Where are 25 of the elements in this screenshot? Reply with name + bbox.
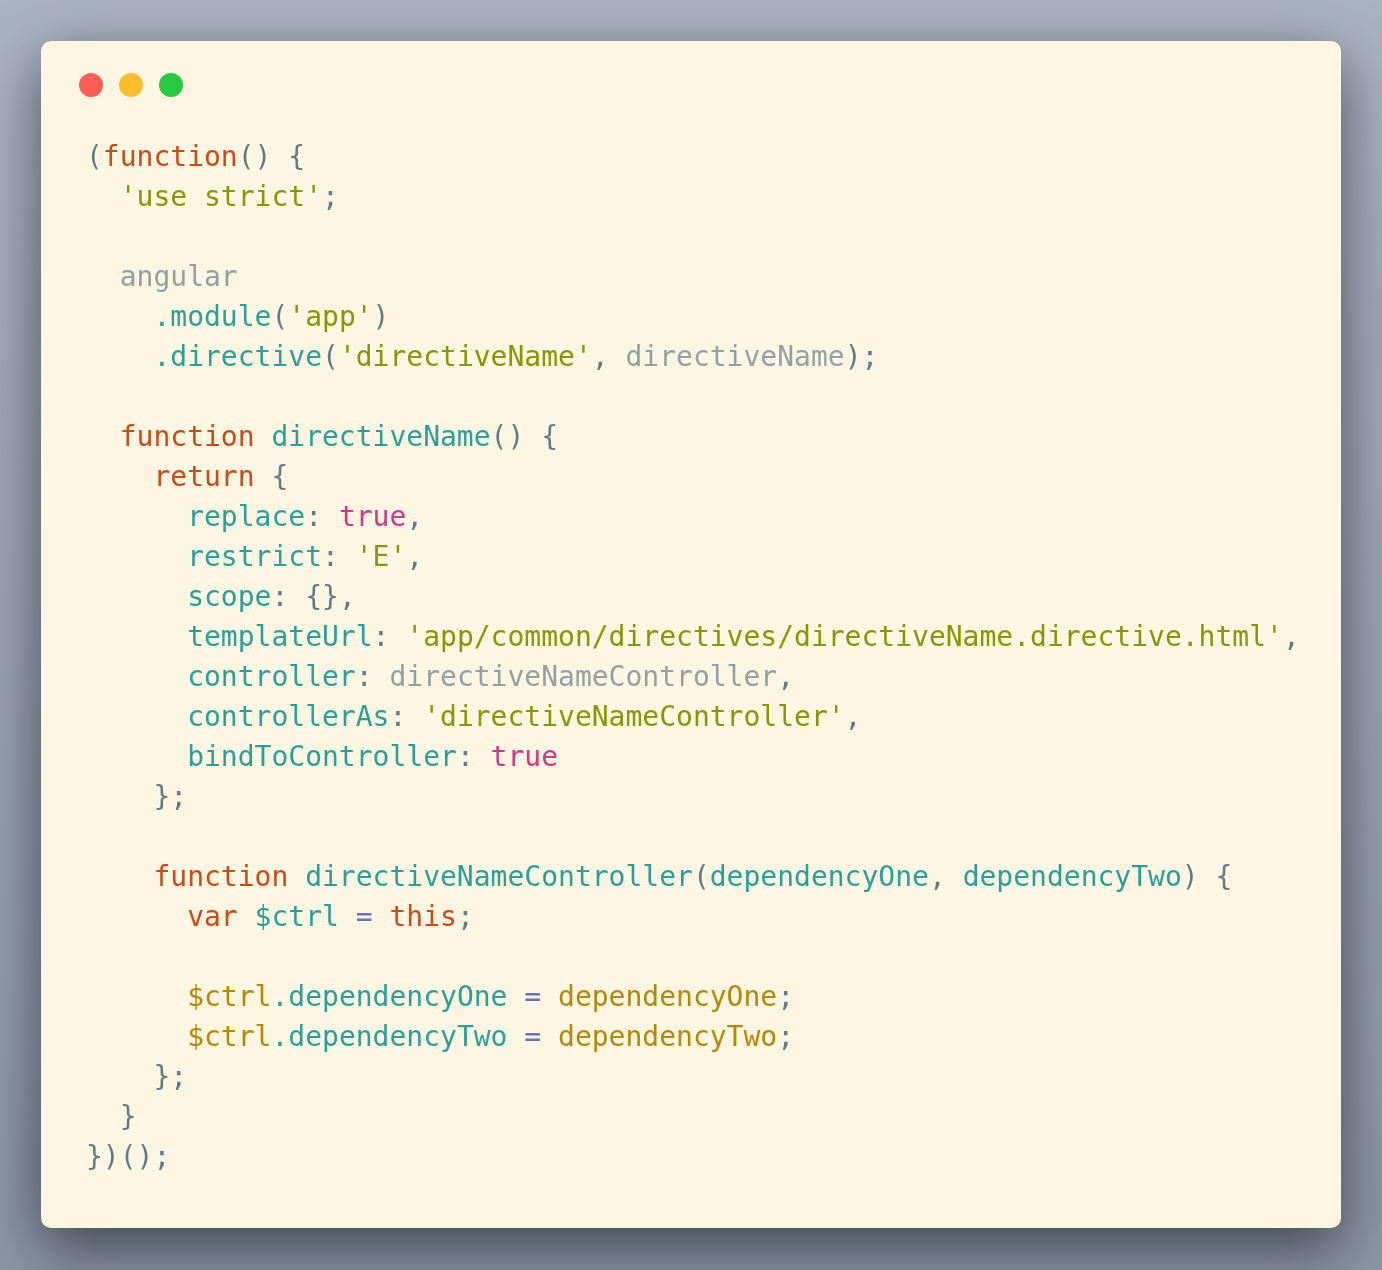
code-line: .directive('directiveName', directiveName); <box>153 340 879 373</box>
code-line: function directiveNameController(dependencyOne, dependencyTwo) { <box>153 860 1233 893</box>
code-line: templateUrl: 'app/common/directives/directiveName.directive.html', <box>187 620 1300 653</box>
window-control-button[interactable] <box>159 73 183 97</box>
code-line: 'use strict'; <box>119 180 339 213</box>
code-line: $ctrl.dependencyOne = dependencyOne; <box>187 980 795 1013</box>
code-line: controllerAs: 'directiveNameController', <box>187 700 862 733</box>
code-line: }; <box>153 780 188 813</box>
code-line: controller: directiveNameController, <box>187 660 795 693</box>
code-line: } <box>119 1100 137 1133</box>
window-control-button[interactable] <box>79 73 103 97</box>
code-line: var $ctrl = this; <box>187 900 474 933</box>
code-line: })(); <box>86 1140 171 1173</box>
code-line: replace: true, <box>187 500 424 533</box>
code-line: }; <box>153 1060 188 1093</box>
code-line: return { <box>153 460 289 493</box>
code-line: restrict: 'E', <box>187 540 424 573</box>
code-line: bindToController: true <box>187 740 559 773</box>
code-line: function directiveName() { <box>119 420 559 453</box>
code-line: .module('app') <box>153 300 390 333</box>
code-line: $ctrl.dependencyTwo = dependencyTwo; <box>187 1020 795 1053</box>
window-control-button[interactable] <box>119 73 143 97</box>
code-line: angular <box>119 260 238 293</box>
code-line: (function() { <box>86 140 306 173</box>
code-line: scope: {}, <box>187 580 356 613</box>
